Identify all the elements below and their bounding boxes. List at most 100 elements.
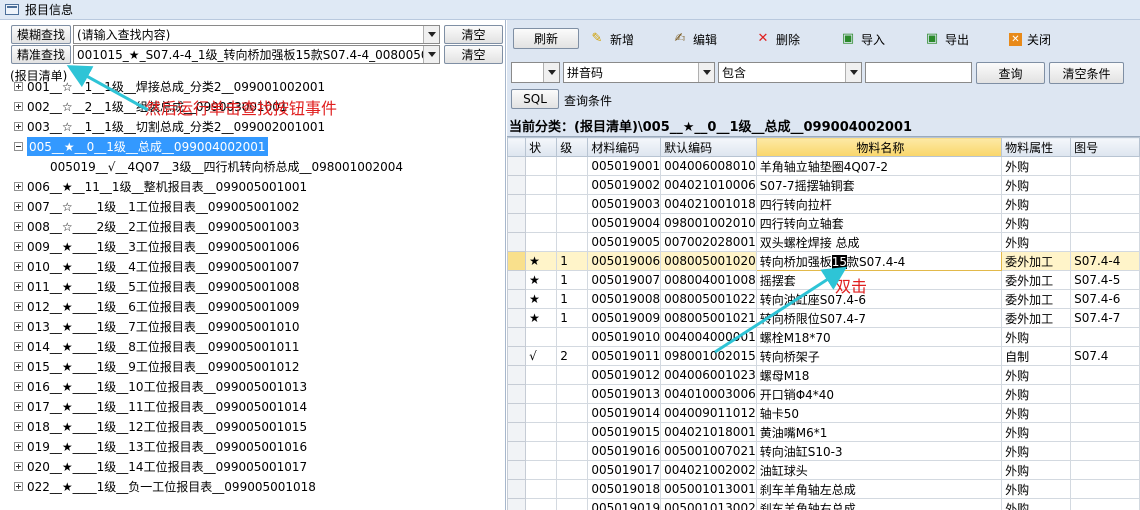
table-cell[interactable]: 005019016	[587, 441, 662, 461]
table-cell[interactable]: 005019005	[587, 232, 662, 252]
table-cell[interactable]: 外购	[1001, 156, 1072, 176]
collapse-icon[interactable]	[14, 141, 23, 151]
filter-field-select[interactable]: 拼音码	[563, 62, 715, 83]
add-button[interactable]: ✎ 新增	[589, 28, 634, 50]
table-cell[interactable]: 004021002002	[660, 460, 757, 480]
table-cell[interactable]	[525, 365, 558, 385]
table-cell[interactable]: 轴卡50	[755, 403, 1003, 423]
table-cell[interactable]: 004004000001	[660, 327, 757, 347]
table-cell[interactable]: 螺母M18	[755, 365, 1003, 385]
tree-node[interactable]: 006__★__11__1级__整机报目表__099005001001	[14, 176, 307, 196]
tree-node[interactable]: 022__★____1级__负一工位报目表__099005001018	[14, 476, 316, 496]
table-cell[interactable]: 005019013	[587, 384, 662, 404]
table-cell[interactable]: 005001007021	[660, 441, 757, 461]
table-cell[interactable]: S07.4-5	[1070, 270, 1140, 290]
table-cell[interactable]: 005019014	[587, 403, 662, 423]
table-cell[interactable]: 005019017	[587, 460, 662, 480]
column-header[interactable]: 级	[556, 137, 589, 157]
table-cell[interactable]: 005001013001	[660, 479, 757, 499]
query-button[interactable]: 查询	[976, 62, 1045, 84]
table-cell[interactable]: 005019001	[587, 156, 662, 176]
row-selector[interactable]	[507, 384, 527, 404]
table-cell[interactable]: 005019009	[587, 308, 662, 328]
clear-button-1[interactable]: 清空	[444, 25, 503, 44]
table-cell[interactable]	[556, 384, 589, 404]
table-cell[interactable]: 004021001018	[660, 194, 757, 214]
table-cell[interactable]: 005019004	[587, 213, 662, 233]
table-cell[interactable]: 转向桥限位S07.4-7	[755, 308, 1003, 328]
tree-node[interactable]: 005019__√__4Q07__3级__四行机转向桥总成__098001002…	[50, 156, 403, 176]
column-header[interactable]: 状	[525, 137, 558, 157]
tree-node[interactable]: 009__★____1级__3工位报目表__099005001006	[14, 236, 300, 256]
table-cell[interactable]: 098001002015	[660, 346, 757, 366]
table-cell[interactable]	[556, 213, 589, 233]
table-row[interactable]: ★ 1 005019007 008004001008 摇摆套 委外加工 S07.4-5	[507, 270, 1140, 290]
clear-conditions-button[interactable]: 清空条件	[1049, 62, 1124, 84]
column-header[interactable]: 默认编码	[660, 137, 757, 157]
table-cell[interactable]	[525, 479, 558, 499]
tree-node[interactable]: 012__★____1级__6工位报目表__099005001009	[14, 296, 300, 316]
table-cell[interactable]	[1070, 422, 1140, 442]
table-cell[interactable]: 004006008010	[660, 156, 757, 176]
row-selector[interactable]	[507, 365, 527, 385]
table-row[interactable]: 005019005 007002028001 双头螺栓焊接 总成 外购	[507, 232, 1140, 252]
table-row[interactable]: 005019017 004021002002 油缸球头 外购	[507, 460, 1140, 480]
table-cell[interactable]: 005019011	[587, 346, 662, 366]
table-cell[interactable]	[525, 384, 558, 404]
tree-node[interactable]: 007__☆____1级__1工位报目表__099005001002	[14, 196, 300, 216]
column-header[interactable]: 物料名称	[755, 137, 1003, 157]
table-cell[interactable]: ★	[525, 289, 558, 309]
tree-node[interactable]: 011__★____1级__5工位报目表__099005001008	[14, 276, 300, 296]
table-cell[interactable]: 098001002010	[660, 213, 757, 233]
table-cell[interactable]: 转向油缸座S07.4-6	[755, 289, 1003, 309]
table-cell[interactable]	[1070, 194, 1140, 214]
table-row[interactable]: 005019003 004021001018 四行转向拉杆 外购	[507, 194, 1140, 214]
chevron-down-icon[interactable]	[423, 26, 439, 43]
table-cell[interactable]	[525, 403, 558, 423]
table-cell[interactable]: 005001013002	[660, 498, 757, 510]
table-cell[interactable]: 外购	[1001, 441, 1072, 461]
table-cell[interactable]	[1070, 479, 1140, 499]
tree-node[interactable]: 008__☆____2级__2工位报目表__099005001003	[14, 216, 300, 236]
table-cell[interactable]: 外购	[1001, 479, 1072, 499]
table-cell[interactable]: 委外加工	[1001, 308, 1072, 328]
table-cell[interactable]: 005019010	[587, 327, 662, 347]
table-cell[interactable]: 005019012	[587, 365, 662, 385]
table-cell[interactable]	[525, 213, 558, 233]
table-cell[interactable]	[525, 498, 558, 510]
tree-node[interactable]: 018__★____1级__12工位报目表__099005001015	[14, 416, 307, 436]
expand-icon[interactable]	[14, 321, 23, 331]
table-cell[interactable]: 螺栓M18*70	[755, 327, 1003, 347]
import-button[interactable]: ▣ 导入	[840, 28, 885, 50]
tree-node[interactable]: 001__☆__1__1级__焊接总成_分类2__099001002001	[14, 76, 325, 96]
tree-node[interactable]: 014__★____1级__8工位报目表__099005001011	[14, 336, 300, 356]
precise-search-button[interactable]: 精准查找	[11, 45, 71, 64]
table-cell[interactable]	[556, 460, 589, 480]
expand-icon[interactable]	[14, 81, 23, 91]
expand-icon[interactable]	[14, 441, 23, 451]
table-cell[interactable]	[556, 422, 589, 442]
table-cell[interactable]	[525, 441, 558, 461]
expand-icon[interactable]	[14, 461, 23, 471]
chevron-down-icon[interactable]	[423, 46, 439, 63]
chevron-down-icon[interactable]	[845, 63, 861, 82]
table-cell[interactable]: S07-7摇摆轴铜套	[755, 175, 1003, 195]
table-row[interactable]: 005019010 004004000001 螺栓M18*70 外购	[507, 327, 1140, 347]
table-cell[interactable]	[525, 175, 558, 195]
edit-button[interactable]: ✍ 编辑	[672, 28, 717, 50]
table-cell[interactable]: 2	[556, 346, 589, 366]
table-row[interactable]: 005019014 004009011012 轴卡50 外购	[507, 403, 1140, 423]
table-row[interactable]: ★ 1 005019008 008005001022 转向油缸座S07.4-6 委外加工 S…	[507, 289, 1140, 309]
table-cell[interactable]: 刹车羊角轴右总成	[755, 498, 1003, 510]
tree-node[interactable]: 020__★____1级__14工位报目表__099005001017	[14, 456, 307, 476]
table-cell[interactable]	[525, 156, 558, 176]
row-selector[interactable]	[507, 327, 527, 347]
filter-value-input[interactable]	[865, 62, 972, 83]
expand-icon[interactable]	[14, 101, 23, 111]
expand-icon[interactable]	[14, 281, 23, 291]
table-cell[interactable]: 005019008	[587, 289, 662, 309]
table-cell[interactable]: 油缸球头	[755, 460, 1003, 480]
table-cell[interactable]: 外购	[1001, 175, 1072, 195]
table-cell[interactable]: 黄油嘴M6*1	[755, 422, 1003, 442]
table-cell[interactable]: 羊角轴立轴垫圈4Q07-2	[755, 156, 1003, 176]
